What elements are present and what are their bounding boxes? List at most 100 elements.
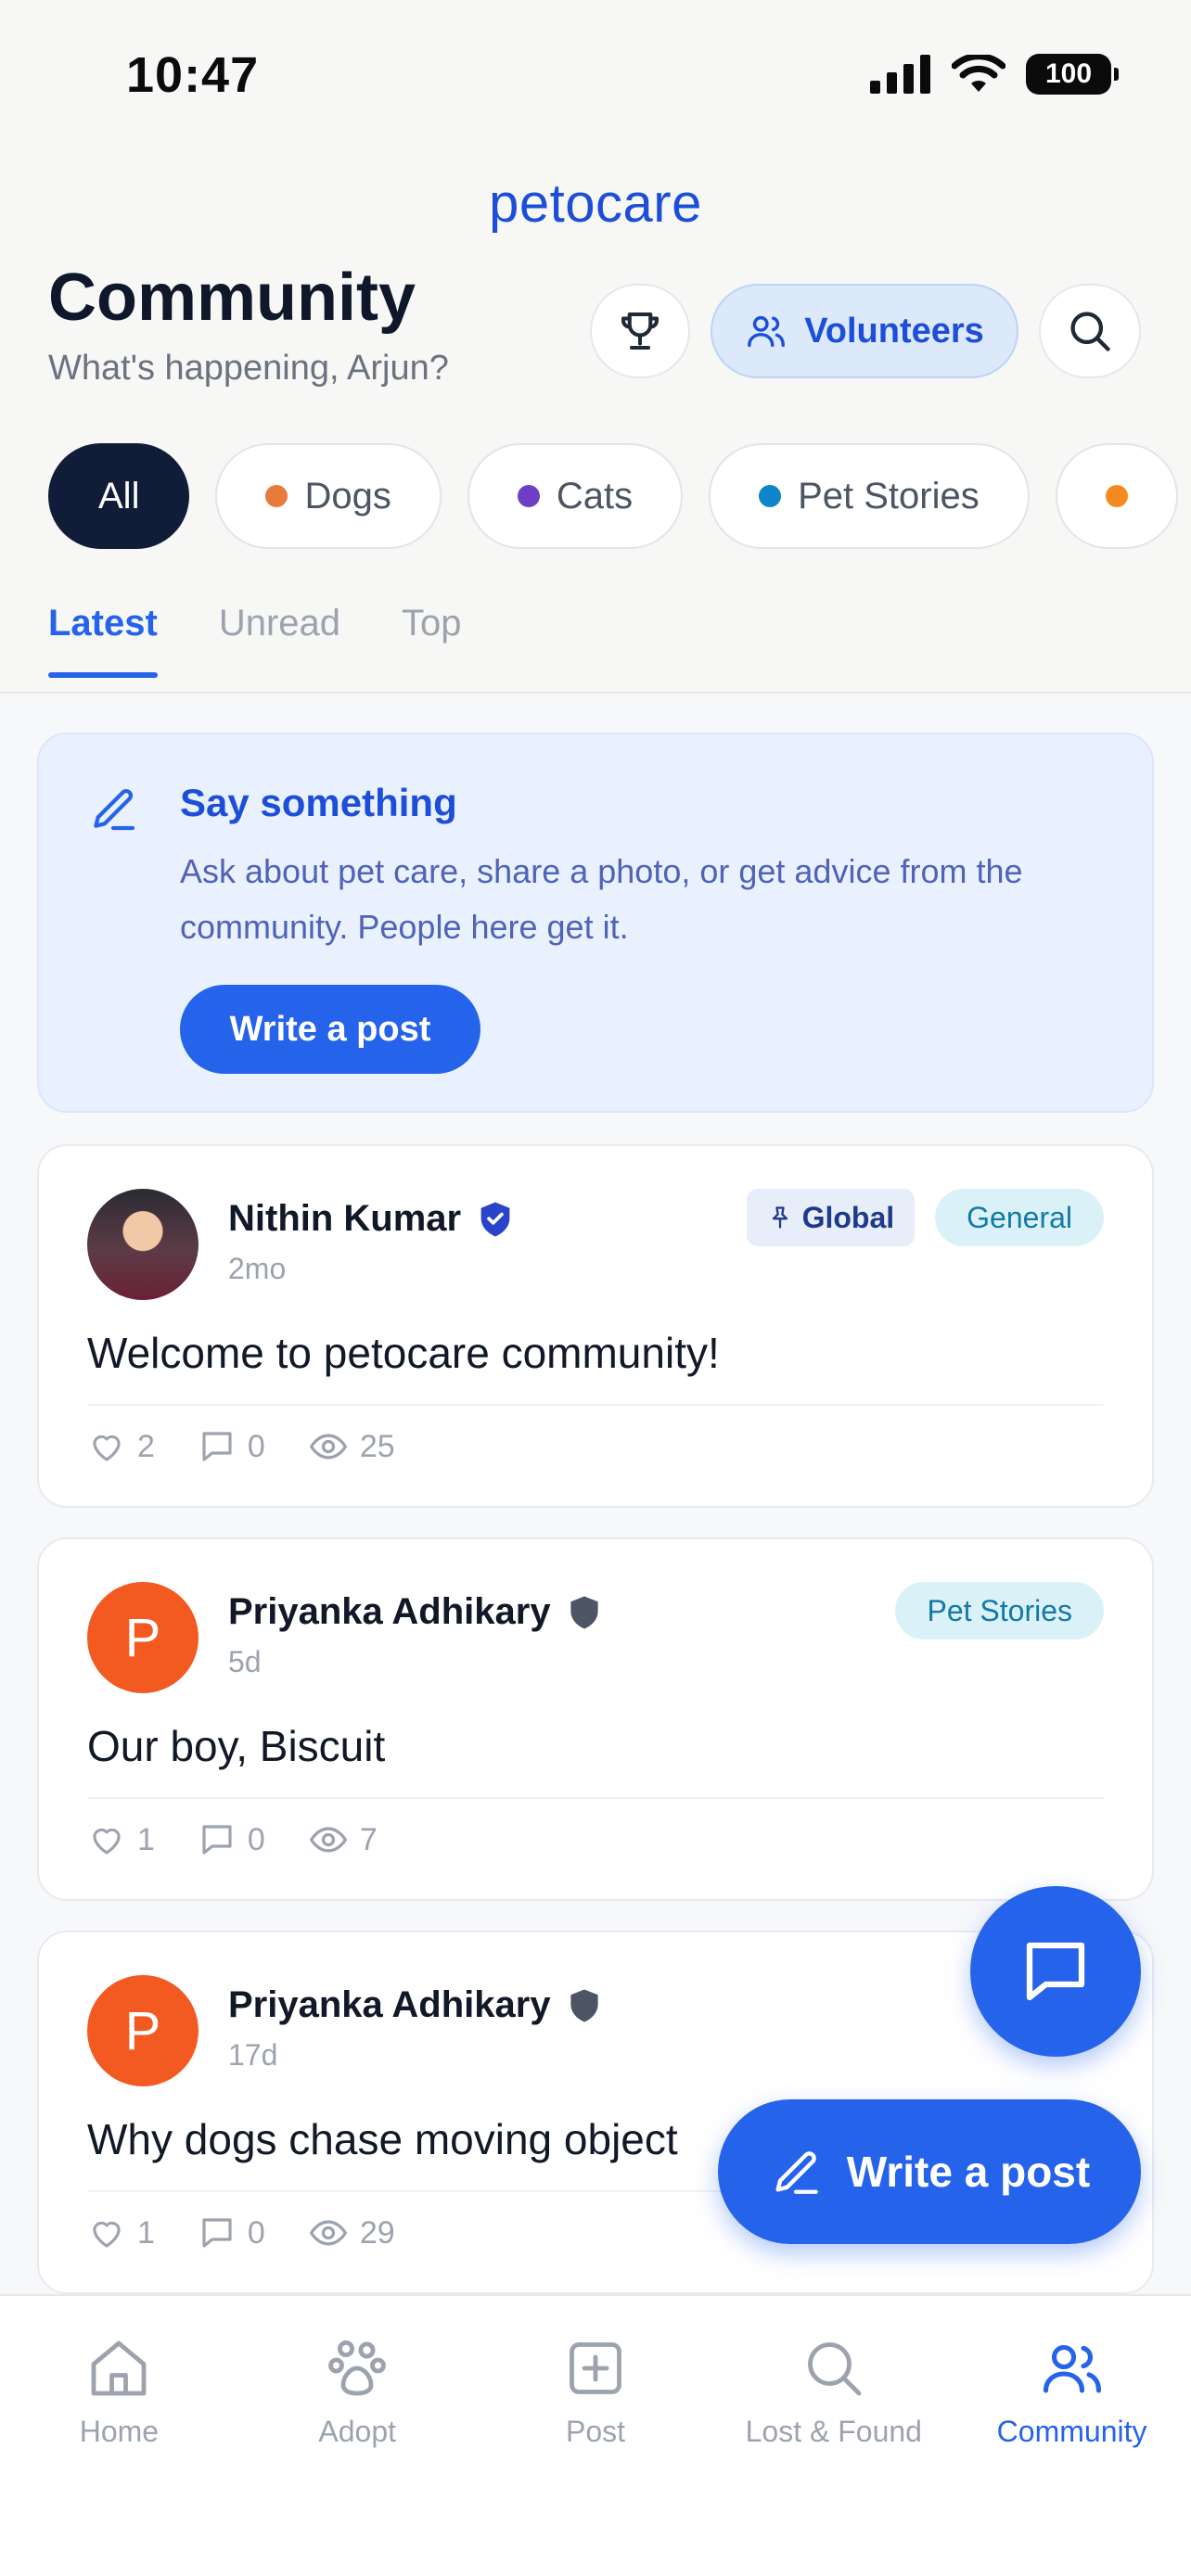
tab-top[interactable]: Top	[402, 603, 462, 678]
chip-label: Pet Stories	[798, 475, 980, 516]
view-count: 7	[359, 1821, 378, 1857]
views-stat: 25	[308, 1426, 395, 1467]
composer-description: Ask about pet care, share a photo, or ge…	[180, 852, 1023, 946]
heart-icon	[93, 1828, 121, 1855]
tab-unread[interactable]: Unread	[219, 603, 340, 678]
users-icon	[748, 315, 786, 348]
post-card[interactable]: Nithin Kumar 2mo Global General Welcome …	[37, 1144, 1154, 1508]
signal-icon	[870, 55, 930, 94]
post-text: Welcome to petocare community!	[87, 1329, 720, 1377]
nav-home[interactable]: Home	[0, 2296, 238, 2576]
nav-lost-found[interactable]: Lost & Found	[714, 2296, 953, 2576]
author-name: Nithin Kumar	[228, 1198, 462, 1239]
nav-label: Adopt	[318, 2415, 396, 2448]
category-tag[interactable]: Pet Stories	[895, 1582, 1104, 1639]
eye-icon	[309, 1434, 348, 1460]
home-icon	[91, 2340, 147, 2396]
composer-title: Say something	[180, 781, 457, 824]
chat-fab-button[interactable]	[970, 1886, 1141, 2057]
write-post-fab-button[interactable]: Write a post	[718, 2099, 1141, 2244]
write-post-button[interactable]: Write a post	[180, 985, 480, 1074]
pinned-badge: Global	[746, 1189, 916, 1246]
chip-pet-stories[interactable]: Pet Stories	[709, 443, 1030, 549]
app-logo: petocare	[489, 173, 702, 234]
divider	[87, 1797, 1104, 1799]
users-icon	[1043, 2344, 1101, 2393]
post-stats: 2 0 25	[87, 1426, 395, 1467]
trophy-icon	[621, 312, 660, 351]
post-card[interactable]: P Priyanka Adhikary 5d Pet Stories Our b…	[37, 1537, 1154, 1901]
dot-icon	[265, 485, 288, 507]
nav-post[interactable]: Post	[477, 2296, 715, 2576]
comment-count: 0	[247, 1821, 265, 1857]
status-icons: 100	[870, 54, 1119, 95]
comment-button[interactable]: 0	[198, 1427, 265, 1466]
post-tags: Pet Stories	[895, 1582, 1104, 1639]
bottom-nav: Home Adopt Post Lost & Found Community	[0, 2294, 1191, 2576]
page-subtitle: What's happening, Arjun?	[48, 349, 449, 388]
category-tag[interactable]: General	[935, 1189, 1104, 1246]
nav-label: Home	[79, 2415, 160, 2448]
views-stat: 7	[308, 1819, 378, 1860]
chip-more[interactable]	[1055, 443, 1178, 549]
like-count: 1	[137, 1821, 155, 1857]
avatar	[87, 1189, 198, 1300]
search-button[interactable]	[1039, 284, 1141, 378]
nav-label: Lost & Found	[745, 2415, 922, 2448]
post-author: Priyanka Adhikary	[228, 1984, 601, 2026]
comment-count: 0	[247, 2214, 265, 2251]
pin-label: Global	[801, 1200, 895, 1234]
comment-count: 0	[247, 1428, 265, 1464]
tab-latest[interactable]: Latest	[48, 603, 158, 678]
write-post-fab-label: Write a post	[846, 2148, 1091, 2196]
chip-cats[interactable]: Cats	[467, 443, 684, 549]
leaderboard-button[interactable]	[590, 284, 690, 378]
composer-card: Say something Ask about pet care, share …	[37, 733, 1154, 1113]
nav-community[interactable]: Community	[953, 2296, 1191, 2576]
chip-all[interactable]: All	[48, 443, 190, 549]
chip-label: Cats	[556, 475, 634, 516]
post-time: 2mo	[228, 1252, 287, 1285]
category-chips: All Dogs Cats Pet Stories	[48, 443, 1178, 549]
nav-label: Post	[565, 2415, 625, 2448]
chip-dogs[interactable]: Dogs	[215, 443, 442, 549]
volunteers-button[interactable]: Volunteers	[711, 284, 1018, 378]
post-stats: 1 0 29	[87, 2213, 395, 2253]
status-time: 10:47	[126, 47, 260, 103]
post-text: Our boy, Biscuit	[87, 1722, 386, 1770]
plus-square-icon	[570, 2342, 621, 2394]
post-author: Priyanka Adhikary	[228, 1591, 601, 1633]
comment-button[interactable]: 0	[198, 1820, 265, 1859]
dot-icon	[1105, 485, 1128, 507]
like-button[interactable]: 1	[87, 1820, 155, 1859]
post-time: 5d	[228, 1645, 262, 1678]
comment-icon	[202, 1825, 232, 1855]
comment-button[interactable]: 0	[198, 2213, 265, 2252]
like-count: 1	[137, 2214, 155, 2251]
post-tags: Global General	[746, 1189, 1104, 1246]
post-author: Nithin Kumar	[228, 1198, 513, 1240]
eye-icon	[309, 2220, 348, 2246]
post-time: 17d	[228, 2038, 278, 2072]
like-button[interactable]: 2	[87, 1427, 155, 1466]
post-stats: 1 0 7	[87, 1819, 378, 1860]
pin-icon	[772, 1206, 788, 1229]
community-header: petocare Community What's happening, Arj…	[0, 139, 1191, 695]
status-bar: 10:47 100	[0, 0, 1191, 139]
avatar: P	[87, 1582, 198, 1693]
heart-icon	[93, 2221, 121, 2248]
search-icon	[1070, 312, 1110, 351]
message-icon	[1026, 1942, 1085, 2001]
comment-icon	[202, 2218, 232, 2248]
verified-badge-icon	[480, 1202, 510, 1236]
wifi-icon	[952, 55, 1005, 92]
nav-adopt[interactable]: Adopt	[238, 2296, 477, 2576]
like-button[interactable]: 1	[87, 2213, 155, 2252]
views-stat: 29	[308, 2213, 395, 2253]
eye-icon	[309, 1827, 348, 1853]
divider	[87, 1404, 1104, 1406]
nav-label: Community	[996, 2415, 1147, 2448]
paw-icon	[328, 2340, 387, 2396]
shield-icon	[570, 1988, 598, 2022]
author-name: Priyanka Adhikary	[228, 1591, 551, 1632]
